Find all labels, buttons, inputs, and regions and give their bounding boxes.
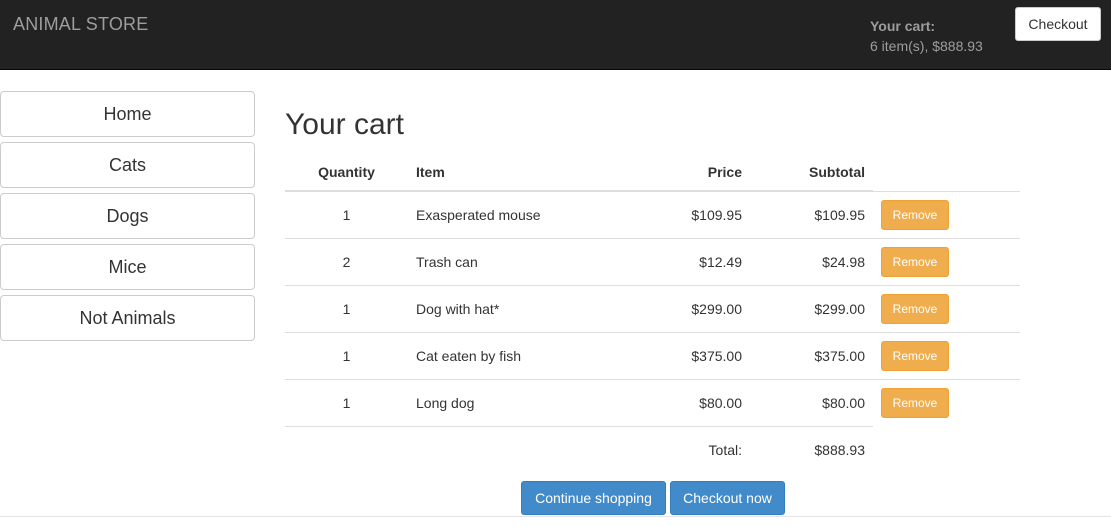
cell-subtotal: $299.00	[750, 284, 873, 332]
cart-summary: Your cart: 6 item(s), $888.93	[870, 16, 983, 56]
column-header-item: Item	[408, 153, 628, 192]
table-row: 1 Long dog $80.00 $80.00 Remove	[285, 378, 1020, 426]
cell-quantity: 2	[285, 237, 408, 285]
remove-button[interactable]: Remove	[881, 387, 949, 418]
cell-actions: Remove	[873, 190, 1020, 238]
top-navbar: ANIMAL STORE Your cart: 6 item(s), $888.…	[0, 0, 1111, 70]
cell-price: $299.00	[628, 284, 750, 332]
category-sidebar: Home Cats Dogs Mice Not Animals	[0, 91, 255, 346]
checkout-now-button[interactable]: Checkout now	[670, 481, 785, 515]
cell-price: $109.95	[628, 190, 750, 238]
table-header-row: Quantity Item Price Subtotal	[285, 153, 1020, 192]
continue-shopping-button[interactable]: Continue shopping	[521, 481, 666, 515]
column-header-actions	[873, 153, 1020, 191]
cell-item: Trash can	[408, 237, 628, 285]
brand-logo[interactable]: ANIMAL STORE	[13, 14, 148, 35]
cell-quantity: 1	[285, 378, 408, 426]
footer-divider	[0, 516, 1111, 517]
total-value: $888.93	[750, 425, 873, 473]
remove-button[interactable]: Remove	[881, 199, 949, 230]
navbar-checkout-button[interactable]: Checkout	[1015, 7, 1101, 41]
total-row: Total: $888.93	[285, 425, 1020, 473]
table-row: 2 Trash can $12.49 $24.98 Remove	[285, 237, 1020, 285]
cell-item: Cat eaten by fish	[408, 331, 628, 379]
sidebar-item-mice[interactable]: Mice	[0, 244, 255, 290]
table-row: 1 Cat eaten by fish $375.00 $375.00 Remo…	[285, 331, 1020, 379]
cell-price: $80.00	[628, 378, 750, 426]
cell-actions: Remove	[873, 378, 1020, 426]
total-empty-cell	[408, 425, 628, 473]
page-title: Your cart	[285, 108, 404, 141]
cell-price: $375.00	[628, 331, 750, 379]
remove-button[interactable]: Remove	[881, 340, 949, 371]
cell-subtotal: $109.95	[750, 190, 873, 238]
cell-subtotal: $375.00	[750, 331, 873, 379]
cell-quantity: 1	[285, 331, 408, 379]
cell-price: $12.49	[628, 237, 750, 285]
total-empty-cell	[873, 426, 1020, 473]
cell-quantity: 1	[285, 190, 408, 238]
column-header-subtotal: Subtotal	[750, 153, 873, 192]
sidebar-item-home[interactable]: Home	[0, 91, 255, 137]
cart-summary-label: Your cart:	[870, 18, 936, 34]
cell-quantity: 1	[285, 284, 408, 332]
sidebar-item-not-animals[interactable]: Not Animals	[0, 295, 255, 341]
cell-actions: Remove	[873, 331, 1020, 379]
column-header-quantity: Quantity	[285, 153, 408, 192]
remove-button[interactable]: Remove	[881, 293, 949, 324]
cell-subtotal: $24.98	[750, 237, 873, 285]
cell-subtotal: $80.00	[750, 378, 873, 426]
sidebar-item-dogs[interactable]: Dogs	[0, 193, 255, 239]
cell-item: Long dog	[408, 378, 628, 426]
column-header-price: Price	[628, 153, 750, 192]
cart-table: Quantity Item Price Subtotal 1 Exasperat…	[285, 153, 1020, 473]
cell-actions: Remove	[873, 284, 1020, 332]
cell-item: Dog with hat*	[408, 284, 628, 332]
table-row: 1 Exasperated mouse $109.95 $109.95 Remo…	[285, 190, 1020, 238]
cell-actions: Remove	[873, 237, 1020, 285]
sidebar-item-cats[interactable]: Cats	[0, 142, 255, 188]
remove-button[interactable]: Remove	[881, 246, 949, 277]
total-empty-cell	[285, 425, 408, 473]
total-label: Total:	[628, 425, 750, 473]
cart-summary-info: 6 item(s), $888.93	[870, 38, 983, 54]
table-row: 1 Dog with hat* $299.00 $299.00 Remove	[285, 284, 1020, 332]
cell-item: Exasperated mouse	[408, 190, 628, 238]
